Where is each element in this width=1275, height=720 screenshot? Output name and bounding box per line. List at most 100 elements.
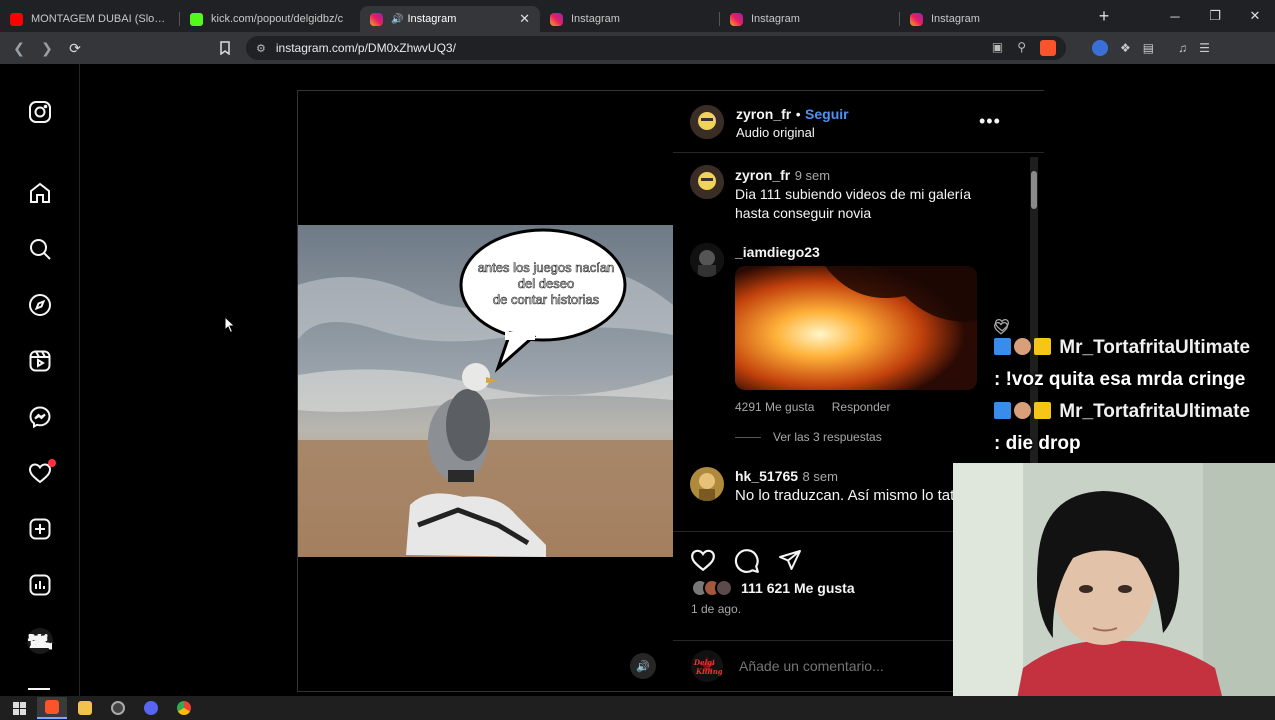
tab-instagram-active[interactable]: 🔊 Instagram ✕ (360, 6, 540, 32)
more-menu-icon[interactable] (28, 688, 50, 690)
tab-youtube[interactable]: MONTAGEM DUBAI (Slowed (0, 6, 180, 32)
reply-button[interactable]: Responder (832, 400, 891, 414)
comment-time: 9 sem (794, 168, 831, 183)
comment-avatar[interactable] (690, 165, 724, 199)
post-media[interactable]: antes los juegos nacían del deseo de con… (298, 91, 673, 691)
brave-shields-icon[interactable] (1040, 40, 1056, 56)
reels-icon[interactable] (26, 347, 54, 375)
comment-avatar[interactable] (690, 467, 724, 501)
post-date[interactable]: 1 de ago. (691, 602, 741, 616)
browser-toolbar: ❮ ❯ ⟳ ⚙ instagram.com/p/DM0xZhwvUQ3/ ▣ ⚲… (0, 32, 1275, 64)
tab-instagram[interactable]: Instagram (900, 6, 1080, 32)
badge-icon (994, 402, 1011, 419)
author-username[interactable]: zyron_fr (736, 106, 791, 122)
like-heart-icon[interactable] (690, 548, 716, 572)
zoom-icon[interactable]: ⚲ (1017, 40, 1026, 56)
address-bar[interactable]: ⚙ instagram.com/p/DM0xZhwvUQ3/ ▣ ⚲ (246, 36, 1066, 60)
chat-user-line: Mr_TortafritaUltimate (994, 396, 1275, 428)
close-tab-icon[interactable]: ✕ (519, 11, 530, 27)
more-options-icon[interactable]: ••• (979, 111, 1001, 132)
taskbar-obs[interactable] (103, 697, 133, 719)
chat-user-line: Mr_TortafritaUltimate (994, 332, 1275, 364)
comment-avatar[interactable] (690, 243, 724, 277)
instagram-icon (550, 12, 563, 26)
back-icon[interactable]: ❮ (6, 35, 32, 61)
new-tab-button[interactable]: + (1092, 6, 1116, 27)
kick-icon (190, 12, 203, 26)
crown-badge-icon (1034, 402, 1051, 419)
extension-icon[interactable] (1092, 40, 1108, 56)
taskbar-chrome[interactable] (169, 697, 199, 719)
svg-text:Delgi: Delgi (28, 635, 47, 642)
sidebar-icon[interactable]: ▤ (1143, 41, 1154, 55)
author-avatar[interactable] (690, 105, 724, 139)
author-line: zyron_fr • Seguir (736, 106, 849, 124)
start-button[interactable] (4, 697, 34, 719)
minimize-button[interactable]: ─ (1155, 0, 1195, 32)
comment-input[interactable] (739, 657, 979, 674)
explore-icon[interactable] (26, 291, 54, 319)
puzzle-icon[interactable]: ❖ (1120, 41, 1131, 55)
post-header: zyron_fr • Seguir Audio original ••• (673, 91, 1044, 153)
view-replies-button[interactable]: Ver las 3 respuestas (735, 430, 1005, 444)
scrollbar-thumb[interactable] (1031, 171, 1037, 209)
instagram-sidebar: Delgi Killing (0, 64, 80, 696)
taskbar-file-explorer[interactable] (70, 697, 100, 719)
current-user-avatar: Delgi Killing (691, 649, 723, 682)
badge-icon (1014, 402, 1031, 419)
dashboard-icon[interactable] (26, 571, 54, 599)
media-icon[interactable]: ♫ (1178, 41, 1187, 55)
taskbar-discord[interactable] (136, 697, 166, 719)
like-summary[interactable]: 111 621 Me gusta (691, 579, 855, 597)
instagram-logo-icon[interactable] (26, 98, 54, 126)
extensions-area: ❖ ▤ ♫ ☰ (1092, 40, 1210, 56)
svg-text:Killing: Killing (30, 642, 52, 649)
separator-dot: • (795, 106, 801, 122)
stream-chat-overlay: Mr_TortafritaUltimate : !voz quita esa m… (994, 318, 1275, 460)
comment-like-count[interactable]: 4291 Me gusta (735, 400, 814, 414)
chat-username: Mr_TortafritaUltimate (1059, 401, 1251, 422)
url-text: instagram.com/p/DM0xZhwvUQ3/ (275, 41, 456, 55)
speaker-icon[interactable]: 🔊 (391, 14, 403, 25)
bookmark-icon[interactable] (212, 35, 238, 61)
chat-message: : !voz quita esa mrda cringe (994, 369, 1246, 390)
notifications-heart-icon[interactable] (26, 459, 56, 487)
crown-badge-icon (1034, 338, 1051, 355)
follow-button[interactable]: Seguir (805, 106, 849, 122)
audio-label[interactable]: Audio original (736, 125, 815, 140)
tab-title: Instagram (571, 13, 620, 25)
instagram-icon (730, 12, 743, 26)
post-modal: antes los juegos nacían del deseo de con… (297, 90, 1044, 692)
tab-kick[interactable]: kick.com/popout/delgidbz/c (180, 6, 360, 32)
comment-username[interactable]: hk_51765 (735, 468, 798, 484)
comment-image[interactable] (735, 266, 977, 390)
tab-instagram[interactable]: Instagram (540, 6, 720, 32)
comment-icon[interactable] (734, 548, 760, 574)
comment-time: 8 sem (802, 469, 838, 484)
share-icon[interactable] (777, 548, 803, 572)
profile-avatar-image: Delgi Killing (27, 628, 53, 654)
profile-avatar[interactable]: Delgi Killing (26, 627, 54, 655)
restore-button[interactable]: ❐ (1195, 0, 1235, 32)
site-settings-icon[interactable]: ⚙ (256, 42, 266, 55)
menu-icon[interactable]: ☰ (1199, 41, 1210, 55)
search-icon[interactable] (26, 235, 54, 263)
forward-icon[interactable]: ❯ (34, 35, 60, 61)
comment-username[interactable]: zyron_fr (735, 167, 790, 183)
mute-toggle-icon[interactable]: 🔊 (630, 653, 656, 679)
like-count[interactable]: 111 621 Me gusta (741, 580, 855, 596)
reload-icon[interactable]: ⟳ (62, 35, 88, 61)
tab-instagram[interactable]: Instagram (720, 6, 900, 32)
create-icon[interactable] (26, 515, 54, 543)
youtube-icon (10, 12, 23, 26)
comment-username[interactable]: _iamdiego23 (735, 244, 1005, 260)
home-icon[interactable] (26, 179, 54, 207)
video-caption-line-2: del deseo (518, 276, 574, 291)
comment-text: Dia 111 subiendo videos de mi galería ha… (735, 186, 972, 221)
close-window-button[interactable]: ✕ (1235, 0, 1275, 32)
cast-icon[interactable]: ▣ (992, 40, 1003, 56)
taskbar-brave-browser[interactable] (37, 697, 67, 719)
webcam-feed (953, 463, 1275, 720)
video-player[interactable]: antes los juegos nacían del deseo de con… (298, 225, 673, 557)
messenger-icon[interactable] (26, 403, 54, 431)
